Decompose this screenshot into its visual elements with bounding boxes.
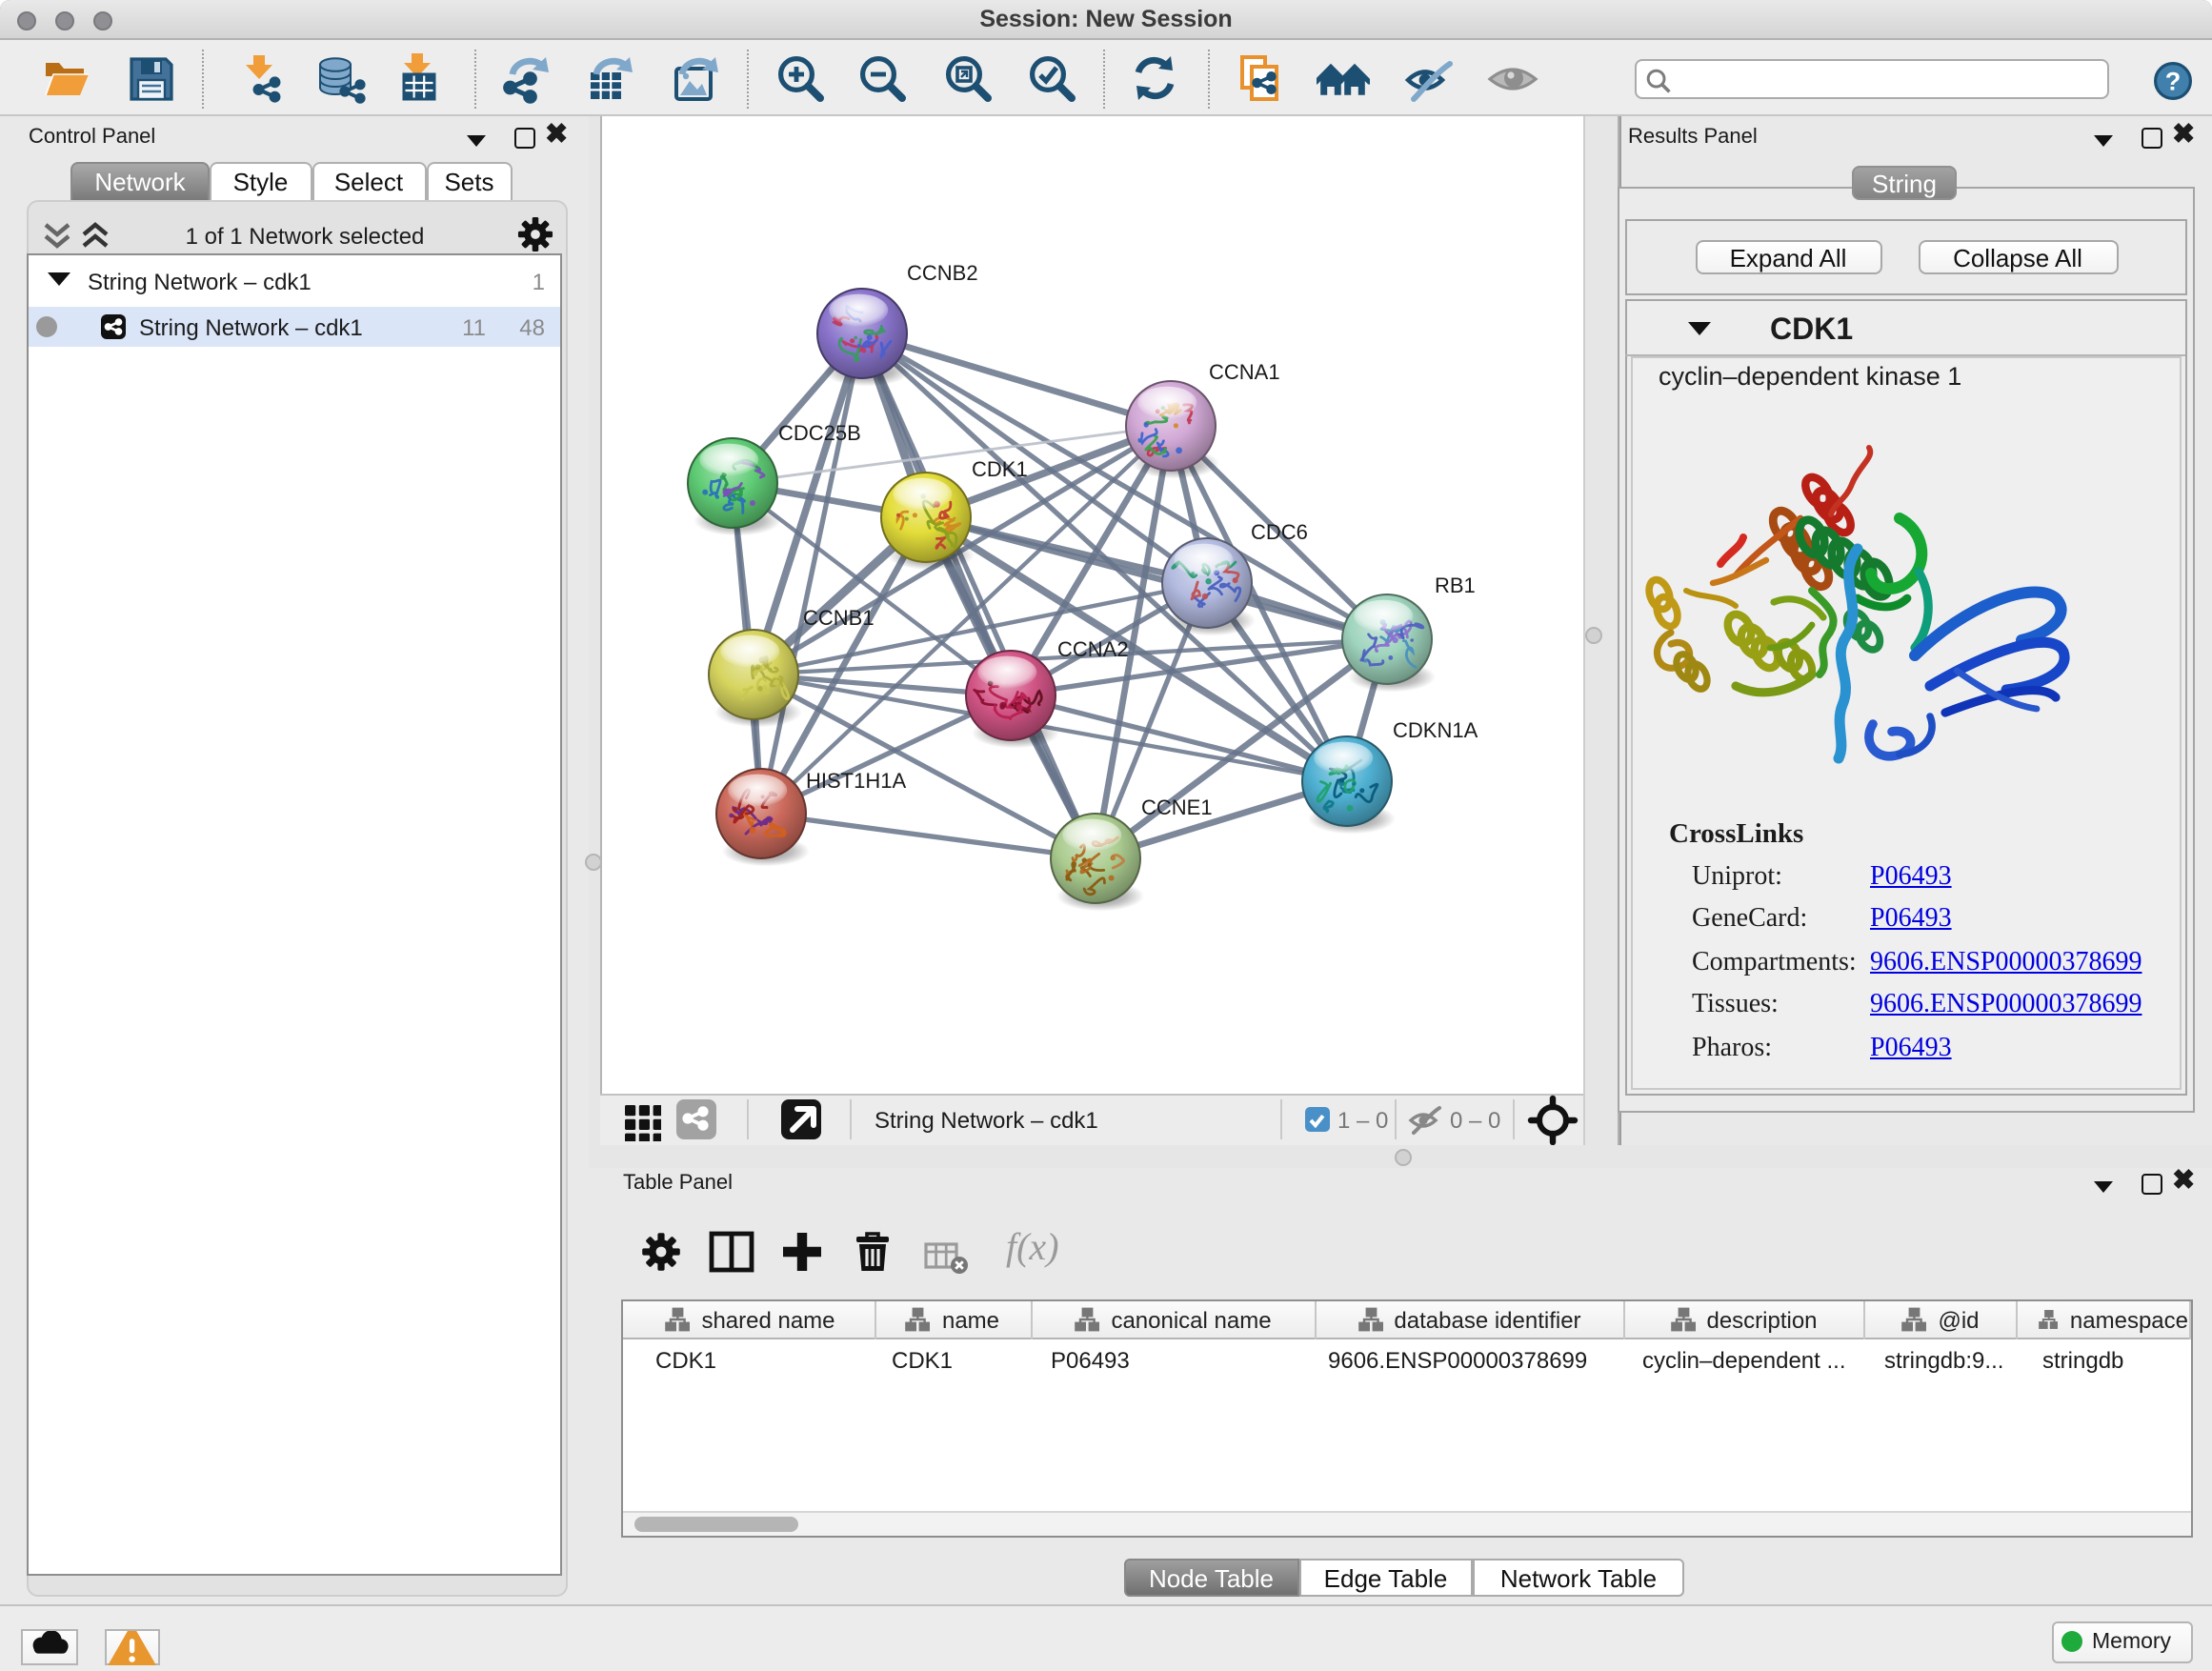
svg-text:?: ? xyxy=(2165,66,2182,94)
svg-text:CCNB2: CCNB2 xyxy=(907,261,978,285)
svg-text:CDKN1A: CDKN1A xyxy=(1393,718,1478,742)
svg-text:CDK1: CDK1 xyxy=(972,457,1028,481)
svg-text:CCNB1: CCNB1 xyxy=(803,606,875,630)
svg-text:RB1: RB1 xyxy=(1435,574,1476,597)
svg-text:CDC6: CDC6 xyxy=(1251,520,1308,544)
svg-text:CCNA1: CCNA1 xyxy=(1209,360,1280,384)
svg-text:CCNE1: CCNE1 xyxy=(1141,795,1213,819)
svg-text:CCNA2: CCNA2 xyxy=(1057,637,1129,661)
svg-text:HIST1H1A: HIST1H1A xyxy=(806,769,906,793)
svg-text:CDC25B: CDC25B xyxy=(778,421,861,445)
